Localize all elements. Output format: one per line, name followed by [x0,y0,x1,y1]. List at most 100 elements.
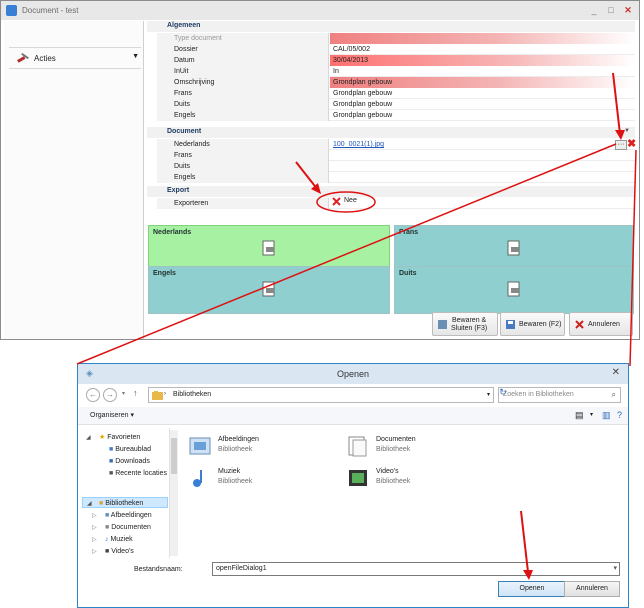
library-icon [152,391,163,400]
search-input[interactable]: Zoeken in Bibliotheken ⌕ [498,387,621,403]
pictures-icon: ■ [105,512,110,519]
chevron-down-icon[interactable]: ▾ [590,411,593,418]
save-close-icon [438,320,447,329]
maximize-button[interactable]: □ [604,5,618,16]
chevron-down-icon[interactable]: ▾ [122,390,125,397]
documents-icon: ■ [105,524,110,531]
prop-row[interactable]: Type document [157,33,635,44]
cancel-dialog-button[interactable]: Annuleren [564,581,620,597]
export-value[interactable]: Nee [318,192,376,212]
clear-icon[interactable]: ✖ [627,138,639,150]
close-icon[interactable]: ✕ [612,367,620,378]
no-icon [332,197,341,206]
tools-icon [17,52,29,63]
library-afbeeldingen[interactable]: Afbeeldingen Bibliotheek [188,433,338,463]
help-icon[interactable]: ? [617,410,622,420]
prop-row[interactable]: Omschrijving Grondplan gebouw [157,77,635,88]
address-text: Bibliotheken [173,391,212,398]
filename-input[interactable]: openFileDialog1 ▾ [212,562,620,576]
open-dialog: ◈ Openen ✕ ← → ▾ ↑ › Bibliotheken ▾ ↻ Zo… [77,363,629,608]
browse-button[interactable]: ··· [615,140,627,150]
pictures-library-icon [189,437,211,455]
save-button[interactable]: Bewaren (F2) [500,312,565,336]
cancel-icon [575,320,584,329]
documents-library-icon [348,436,367,457]
chevron-right-icon: ▷ [92,549,97,555]
scrollbar-thumb[interactable] [171,438,177,474]
organize-button[interactable]: Organiseren ▾ [90,411,134,419]
up-arrow-icon[interactable]: ↑ [133,388,138,398]
prop-row[interactable]: Frans Grondplan gebouw [157,88,635,99]
address-bar[interactable]: › Bibliotheken ▾ [148,387,494,403]
chevron-right-icon: ▷ [92,537,97,543]
document-window: Document - test _ □ ✕ Acties ▼ Algemeen … [0,0,640,340]
view-icon[interactable]: ▤ [575,410,584,421]
minimize-button[interactable]: _ [587,5,601,16]
star-icon: ★ [99,434,106,441]
prop-row[interactable]: Nederlands 100_0021(1).jpg [157,139,635,150]
section-document[interactable]: Document [147,127,635,138]
title-bar[interactable]: Document - test _ □ ✕ [1,1,639,20]
chevron-right-icon: › [164,391,166,397]
library-videos[interactable]: Video's Bibliotheek [346,465,496,495]
window-title: Document - test [22,6,79,15]
document-icon [262,281,275,297]
file-link[interactable]: 100_0021(1).jpg [330,139,635,150]
document-icon [262,240,275,256]
open-button[interactable]: Openen [498,581,566,597]
forward-button[interactable]: → [103,388,117,402]
desktop-icon: ■ [109,446,114,453]
prop-row[interactable]: Engels [157,172,635,183]
panel-duits[interactable]: Duits [394,266,634,314]
library-muziek[interactable]: Muziek Bibliotheek [188,465,338,495]
music-library-icon [193,470,202,487]
cancel-button[interactable]: Annuleren [569,312,633,336]
prop-row[interactable]: Engels Grondplan gebouw [157,110,635,121]
dialog-title-bar[interactable]: ◈ Openen ✕ [78,364,628,384]
videos-icon: ■ [105,548,110,555]
library-documenten[interactable]: Documenten Bibliotheek [346,433,496,463]
section-algemeen[interactable]: Algemeen [147,21,635,32]
save-close-button[interactable]: Bewaren & Sluiten (F3) [432,312,498,336]
filename-value: openFileDialog1 [216,565,267,572]
prop-row[interactable]: Dossier CAL/05/002 [157,44,635,55]
chevron-right-icon: ▷ [92,525,97,531]
app-icon [6,5,17,16]
prop-row[interactable]: InUit In [157,66,635,77]
close-button[interactable]: ✕ [621,5,635,16]
preview-pane-icon[interactable]: ▥ [602,410,611,421]
prop-row[interactable]: Exporteren [157,198,635,209]
export-value-text: Nee [344,197,357,204]
chevron-down-icon: ◢ [86,435,91,441]
search-placeholder: Zoeken in Bibliotheken [503,391,574,398]
prop-row[interactable]: Duits [157,161,635,172]
tree-item-bibliotheken[interactable]: ◢ ■ Bibliotheken [82,497,168,508]
back-button[interactable]: ← [86,388,100,402]
prop-row[interactable]: Frans [157,150,635,161]
property-grid: Algemeen Type document Dossier CAL/05/002… [147,21,635,221]
chevron-down-icon[interactable]: ▾ [487,391,490,398]
panel-engels[interactable]: Engels [148,266,390,314]
recent-places-icon: ■ [109,470,114,477]
chevron-right-icon: ▷ [92,513,97,519]
videos-library-icon [349,470,367,486]
music-icon: ♪ [105,536,109,543]
prop-row[interactable]: Duits Grondplan gebouw [157,99,635,110]
navigation-bar: ← → ▾ ↑ › Bibliotheken ▾ ↻ Zoeken in Bib… [78,384,628,406]
chevron-down-icon: ◢ [87,501,92,507]
acties-menu[interactable]: Acties ▼ [9,47,141,69]
left-pane: Acties ▼ [4,21,144,339]
prop-row[interactable]: Datum 30/04/2013 [157,55,635,66]
tree-scrollbar[interactable] [170,430,178,556]
document-icon [507,240,520,256]
filename-label: Bestandsnaam: [134,566,183,573]
chevron-down-icon: ▼ [624,128,630,134]
floppy-icon [506,320,515,329]
chevron-down-icon[interactable]: ▾ [613,564,617,572]
document-icon [507,281,520,297]
chevron-down-icon: ▼ [132,53,139,60]
navigation-tree: ◢ ★ Favorieten ■ Bureaublad ■ Downloads … [82,428,170,558]
acties-label: Acties [34,54,56,63]
dialog-title: Openen [336,369,370,379]
section-export[interactable]: Export [147,186,635,197]
